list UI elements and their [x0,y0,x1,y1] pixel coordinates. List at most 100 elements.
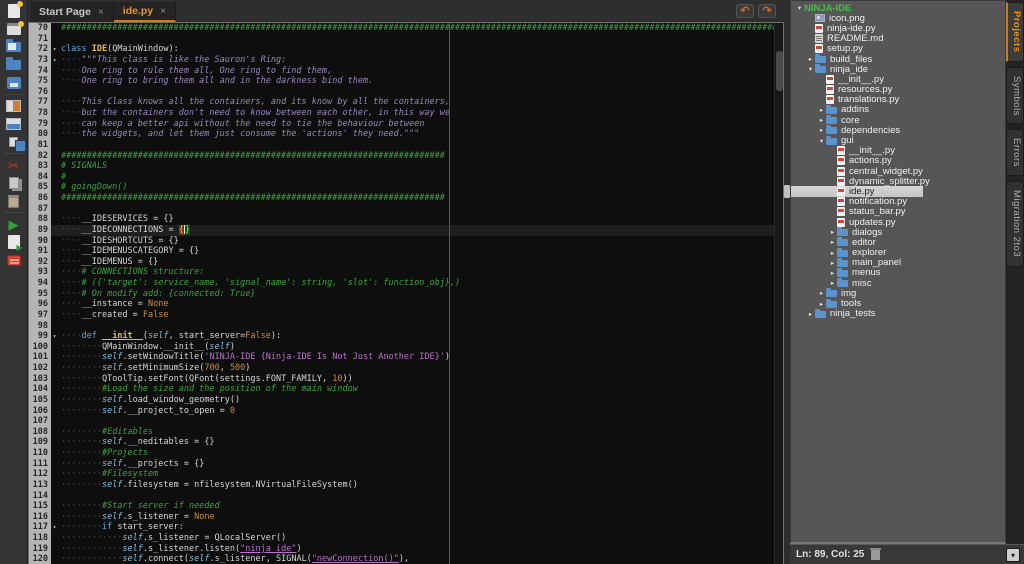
expander-closed-icon[interactable]: ▸ [828,238,837,246]
code-text[interactable]: ········if start_server: [58,522,783,533]
code-text[interactable] [58,491,783,502]
tab-close-icon[interactable]: × [160,6,166,17]
code-text[interactable]: ············self.s_listener = QLocalServ… [58,533,783,544]
editor-line[interactable]: 104········#Load the size and the positi… [29,384,783,395]
tree-item-main-panel[interactable]: ▸main_panel [791,258,1005,268]
split-vertical-button[interactable] [2,115,26,133]
fold-marker-icon[interactable]: ▾ [51,55,58,66]
editor-line[interactable]: 117▾········if start_server: [29,522,783,533]
code-text[interactable]: ····can keep a better api without the ne… [58,119,783,130]
editor-line[interactable]: 115········#Start server if needed [29,501,783,512]
expander-closed-icon[interactable]: ▸ [828,259,837,267]
expander-closed-icon[interactable]: ▸ [806,55,815,63]
expander-closed-icon[interactable]: ▸ [806,310,815,318]
code-editor[interactable]: 70######################################… [28,22,784,564]
expander-open-icon[interactable]: ▾ [817,137,826,145]
editor-line[interactable]: 71 [29,34,783,45]
editor-line[interactable]: 98 [29,321,783,332]
editor-line[interactable]: 85# goingDown() [29,182,783,193]
editor-line[interactable]: 84# [29,172,783,183]
editor-line[interactable]: 111········self.__projects = {} [29,459,783,470]
tree-item-resources-py[interactable]: resources.py [791,85,1005,95]
editor-line[interactable]: 83# SIGNALS [29,161,783,172]
side-tab-projects[interactable]: Projects [1006,2,1024,62]
editor-line[interactable]: 109········self.__neditables = {} [29,437,783,448]
side-tab-symbols[interactable]: Symbols [1006,67,1024,125]
code-text[interactable]: ····__instance = None [58,299,783,310]
tree-item-ninja-tests[interactable]: ▸ninja_tests [791,309,1005,319]
code-text[interactable] [58,321,783,332]
tree-item-readme-md[interactable]: README.md [791,34,1005,44]
editor-line[interactable]: 88····__IDESERVICES = {} [29,214,783,225]
code-text[interactable]: ····One ring to rule them all, One ring … [58,66,783,77]
editor-line[interactable]: 87 [29,204,783,215]
code-text[interactable]: ····# CONNECTIONS structure: [58,267,783,278]
new-file-button[interactable] [2,2,26,20]
editor-line[interactable]: 108········#Editables [29,427,783,438]
tree-item-ninja-ide[interactable]: ▾NINJA-IDE [791,3,1005,13]
code-text[interactable]: ····__IDEMENUSCATEGORY = {} [58,246,783,257]
editor-line[interactable]: 113········self.filesystem = nfilesystem… [29,480,783,491]
code-text[interactable]: ····__IDESERVICES = {} [58,214,783,225]
tree-item-init-py[interactable]: __init__.py [791,74,1005,84]
open-project-button[interactable] [2,56,26,74]
code-text[interactable]: ########################################… [58,23,783,34]
code-text[interactable]: ········self.__neditables = {} [58,437,783,448]
tab-close-icon[interactable]: × [98,7,104,18]
code-text[interactable]: # SIGNALS [58,161,783,172]
tree-item-build-files[interactable]: ▸build_files [791,54,1005,64]
tree-item-tools[interactable]: ▸tools [791,298,1005,308]
split-horizontal-button[interactable] [2,97,26,115]
tree-item-updates-py[interactable]: updates.py [791,217,1005,227]
tree-item-dialogs[interactable]: ▸dialogs [791,227,1005,237]
code-text[interactable]: ········#Filesystem [58,469,783,480]
code-text[interactable]: ····def __init__(self, start_server=Fals… [58,331,783,342]
tree-item-misc[interactable]: ▸misc [791,278,1005,288]
code-text[interactable]: ····# On modify add: {connected: True} [58,289,783,300]
dropdown-button[interactable]: ▾ [1006,548,1020,562]
code-text[interactable]: ····"""This class is like the Sauron's R… [58,55,783,66]
editor-line[interactable]: 77····This Class knows all the container… [29,97,783,108]
save-button[interactable] [2,74,26,92]
code-text[interactable]: ········self.filesystem = nfilesystem.NV… [58,480,783,491]
editor-line[interactable]: 119············self.s_listener.listen("n… [29,544,783,555]
editor-line[interactable]: 86######################################… [29,193,783,204]
editor-line[interactable]: 80····the widgets, and let them just con… [29,129,783,140]
editor-line[interactable]: 112········#Filesystem [29,469,783,480]
fold-marker-icon[interactable]: ▾ [51,331,58,342]
tree-item-setup-py[interactable]: setup.py [791,44,1005,54]
code-text[interactable]: ········#Editables [58,427,783,438]
fold-marker-icon[interactable]: ▾ [51,522,58,533]
code-text[interactable]: ····but the containers don't need to kno… [58,108,783,119]
editor-line[interactable]: 91····__IDEMENUSCATEGORY = {} [29,246,783,257]
editor-line[interactable]: 79····can keep a better api without the … [29,119,783,130]
copy-button[interactable] [2,174,26,192]
editor-line[interactable]: 90····__IDESHORTCUTS = {} [29,236,783,247]
tree-item-init-py[interactable]: __init__.py [791,146,1005,156]
editor-line[interactable]: 78····but the containers don't need to k… [29,108,783,119]
editor-line[interactable]: 92····__IDEMENUS = {} [29,257,783,268]
code-text[interactable]: ········#Load the size and the position … [58,384,783,395]
tab-start-page[interactable]: Start Page× [30,2,114,22]
code-text[interactable]: ········QToolTip.setFont(QFont(settings.… [58,374,783,385]
open-file-button[interactable] [2,38,26,56]
run-project-button[interactable]: ▶ [2,215,26,233]
editor-line[interactable]: 72▾class IDE(QMainWindow): [29,44,783,55]
editor-line[interactable]: 95····# On modify add: {connected: True} [29,289,783,300]
editor-line[interactable]: 73▾····"""This class is like the Sauron'… [29,55,783,66]
editor-line[interactable]: 76 [29,87,783,98]
code-text[interactable]: ····One ring to bring them all and in th… [58,76,783,87]
tree-item-ninja-ide-py[interactable]: ninja-ide.py [791,23,1005,33]
editor-line[interactable]: 82######################################… [29,151,783,162]
editor-line[interactable]: 70######################################… [29,23,783,34]
code-text[interactable]: ········QMainWindow.__init__(self) [58,342,783,353]
tree-item-translations-py[interactable]: translations.py [791,95,1005,105]
code-text[interactable]: class IDE(QMainWindow): [58,44,783,55]
tab-ide-py[interactable]: ide.py× [114,2,176,22]
splitter-handle-icon[interactable] [784,185,790,198]
expander-closed-icon[interactable]: ▸ [828,228,837,236]
expander-closed-icon[interactable]: ▸ [828,269,837,277]
code-text[interactable]: ········self.load_window_geometry() [58,395,783,406]
tree-item-core[interactable]: ▸core [791,115,1005,125]
code-text[interactable]: ########################################… [58,193,783,204]
